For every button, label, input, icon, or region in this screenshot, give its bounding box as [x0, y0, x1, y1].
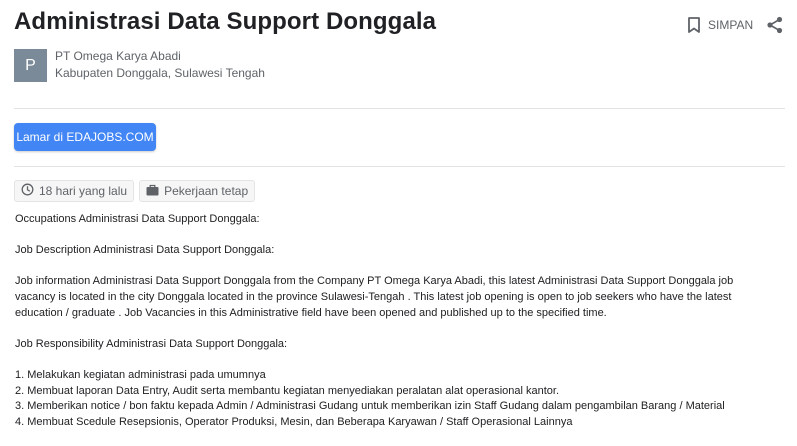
- divider: [14, 166, 785, 167]
- apply-button[interactable]: Lamar di EDAJOBS.COM: [14, 123, 156, 151]
- responsibility-item: 1. Melakukan kegiatan administrasi pada …: [15, 368, 266, 381]
- save-label: SIMPAN: [708, 18, 754, 32]
- divider: [14, 108, 785, 109]
- responsibility-item: 4. Membuat Scedule Resepsionis, Operator…: [15, 415, 573, 428]
- job-type-chip: Pekerjaan tetap: [139, 180, 256, 202]
- briefcase-icon: [146, 184, 159, 199]
- job-title: Administrasi Data Support Donggala: [14, 8, 437, 35]
- bookmark-icon: [686, 16, 702, 34]
- company-block: P PT Omega Karya Abadi Kabupaten Donggal…: [14, 48, 265, 82]
- job-description-heading: Job Description Administrasi Data Suppor…: [15, 244, 275, 257]
- company-logo: P: [14, 49, 47, 82]
- job-information-text: Job information Administrasi Data Suppor…: [15, 275, 734, 319]
- share-button[interactable]: [766, 16, 784, 39]
- job-type-label: Pekerjaan tetap: [164, 184, 249, 198]
- posted-label: 18 hari yang lalu: [39, 184, 128, 198]
- responsibility-item: 2. Membuat laporan Data Entry, Audit ser…: [15, 384, 560, 397]
- posted-chip: 18 hari yang lalu: [14, 180, 135, 202]
- responsibility-heading: Job Responsibility Administrasi Data Sup…: [15, 337, 288, 350]
- job-meta: 18 hari yang lalu Pekerjaan tetap: [14, 180, 256, 202]
- occupations-text: Occupations Administrasi Data Support Do…: [15, 213, 260, 225]
- clock-icon: [21, 183, 34, 199]
- company-name: PT Omega Karya Abadi: [55, 49, 181, 63]
- save-button[interactable]: SIMPAN: [686, 16, 753, 34]
- responsibility-item: 3. Memberikan notice / bon faktu kepada …: [15, 400, 725, 413]
- share-icon: [766, 16, 784, 38]
- job-location: Kabupaten Donggala, Sulawesi Tengah: [55, 66, 265, 80]
- job-description: Occupations Administrasi Data Support Do…: [15, 212, 775, 430]
